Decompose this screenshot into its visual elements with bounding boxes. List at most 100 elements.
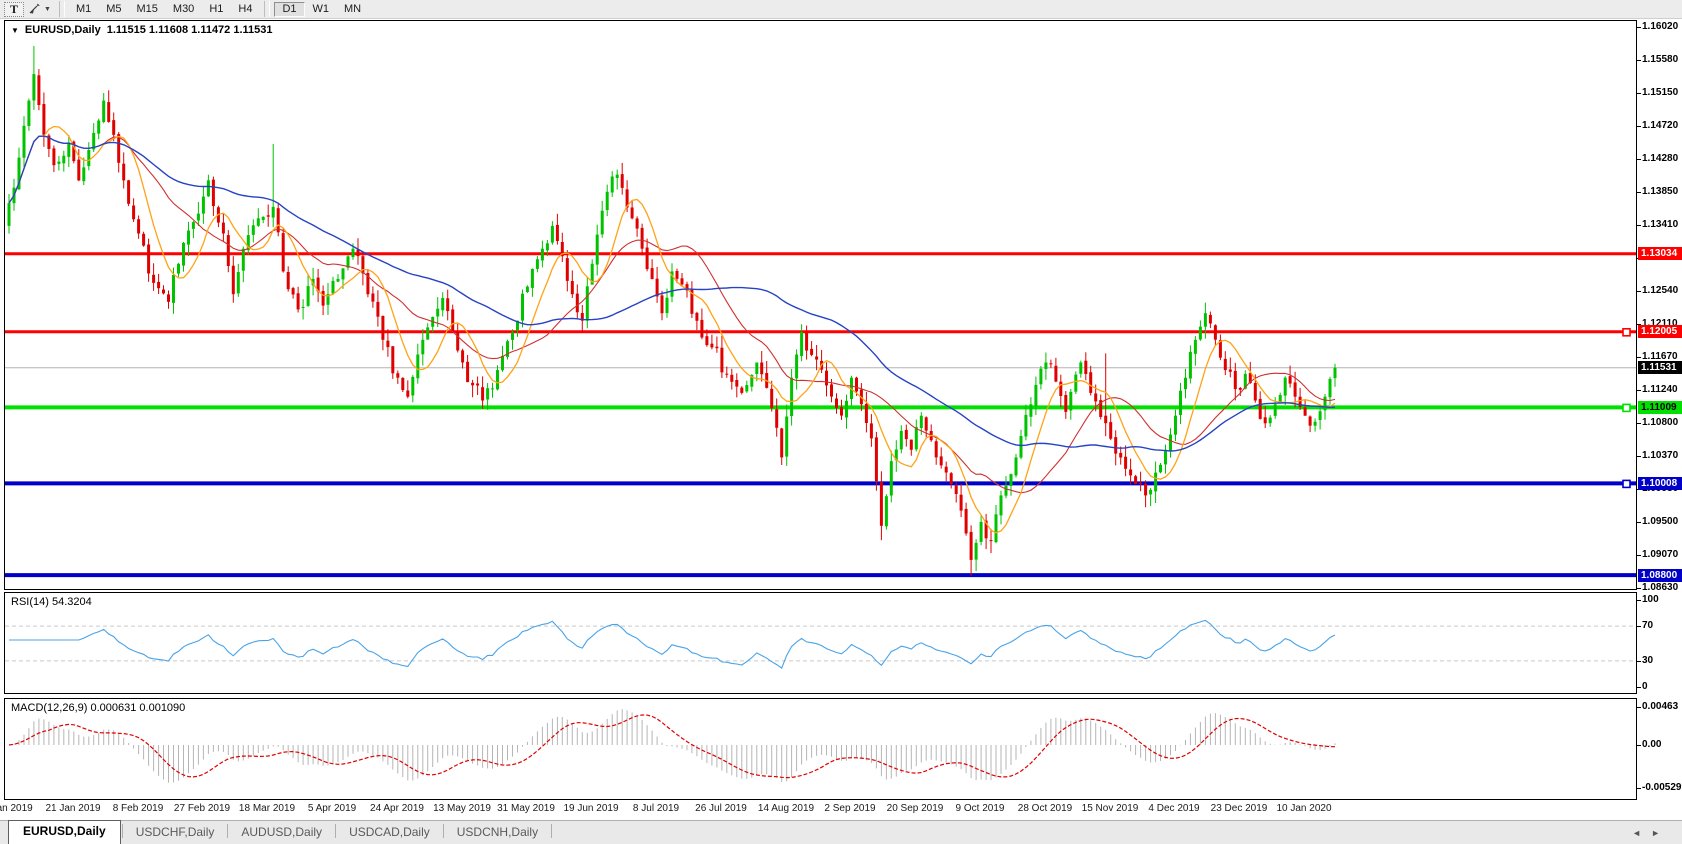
date-axis-label: 2 Jan 2019 — [0, 803, 33, 814]
bear-candles — [37, 75, 1311, 560]
axis-tick — [1637, 707, 1641, 708]
date-axis-label: 20 Sep 2019 — [887, 803, 944, 814]
level-price-tag[interactable]: 1.11009 — [1638, 401, 1682, 414]
timeframe-group: M1M5M15M30H1H4 D1W1MN — [69, 1, 369, 17]
axis-tick — [1637, 745, 1641, 746]
level-price-tag[interactable]: 1.12005 — [1638, 325, 1682, 338]
candle-wicks — [9, 46, 1335, 576]
macd-plot — [5, 699, 1636, 799]
rsi-axis-label: 30 — [1642, 655, 1653, 666]
timeframe-button-m5[interactable]: M5 — [99, 2, 128, 17]
timeframe-button-mn[interactable]: MN — [337, 2, 368, 17]
chart-symbol-label: EURUSD,Daily — [25, 24, 101, 36]
macd-histogram — [9, 709, 1335, 782]
price-axis-label: 1.14720 — [1642, 120, 1678, 131]
price-axis-label: 1.13850 — [1642, 186, 1678, 197]
text-tool-button[interactable]: T — [4, 2, 24, 17]
axis-tick — [1637, 291, 1641, 292]
timeframe-button-m1[interactable]: M1 — [69, 2, 98, 17]
rsi-axis-label: 0 — [1642, 681, 1648, 692]
price-axis-label: 1.13410 — [1642, 219, 1678, 230]
date-axis-label: 8 Jul 2019 — [633, 803, 679, 814]
axis-tick — [1637, 788, 1641, 789]
axis-tick — [1637, 423, 1641, 424]
toolbar: T ▼ M1M5M15M30H1H4 D1W1MN — [0, 0, 1682, 19]
chart-tab-usdchf[interactable]: USDCHF,Daily — [124, 822, 227, 844]
date-axis-label: 10 Jan 2020 — [1276, 803, 1331, 814]
date-axis-label: 4 Dec 2019 — [1148, 803, 1199, 814]
cursor-tool-button[interactable]: ▼ — [25, 2, 54, 17]
tab-scroll-left-icon[interactable]: ◄ — [1632, 828, 1651, 838]
cursor-arrows-icon — [28, 3, 41, 15]
axis-tick — [1637, 225, 1641, 226]
date-axis-label: 19 Jun 2019 — [563, 803, 618, 814]
level-price-tag[interactable]: 1.08800 — [1638, 569, 1682, 582]
price-axis-label: 1.14280 — [1642, 153, 1678, 164]
axis-tick — [1637, 687, 1641, 688]
level-price-tag[interactable]: 1.13034 — [1638, 247, 1682, 260]
date-axis-label: 2 Sep 2019 — [824, 803, 875, 814]
date-axis-label: 15 Nov 2019 — [1082, 803, 1139, 814]
date-axis-label: 24 Apr 2019 — [370, 803, 424, 814]
date-axis-label: 5 Apr 2019 — [308, 803, 356, 814]
line-drag-handle — [1623, 404, 1630, 411]
level-price-tag[interactable]: 1.10008 — [1638, 477, 1682, 490]
bid-price-tag: 1.11531 — [1638, 361, 1682, 374]
macd-panel[interactable]: MACD(12,26,9) 0.000631 0.001090 — [4, 698, 1637, 800]
chart-tab-audusd[interactable]: AUDUSD,Daily — [229, 822, 334, 844]
price-axis-label: 1.08630 — [1642, 582, 1678, 593]
candlestick-chart[interactable] — [5, 21, 1636, 589]
axis-tick — [1637, 357, 1641, 358]
timeframe-button-h4[interactable]: H4 — [231, 2, 259, 17]
price-axis-label: 1.09070 — [1642, 549, 1678, 560]
chart-tab-bar: EURUSD,DailyUSDCHF,DailyAUDUSD,DailyUSDC… — [0, 820, 1682, 844]
toolbar-separator — [59, 1, 65, 17]
date-axis-label: 14 Aug 2019 — [758, 803, 814, 814]
price-chart-panel[interactable]: ▼ EURUSD,Daily 1.11515 1.11608 1.11472 1… — [4, 20, 1637, 590]
macd-axis-label: -0.005299 — [1642, 782, 1682, 793]
price-axis-label: 1.10800 — [1642, 417, 1678, 428]
tab-scroll-arrows[interactable]: ◄► — [1632, 828, 1670, 838]
price-axis-label: 1.15580 — [1642, 54, 1678, 65]
tab-separator — [551, 824, 552, 838]
timeframe-button-d1[interactable]: D1 — [274, 2, 304, 17]
axis-tick — [1637, 159, 1641, 160]
tab-separator — [227, 824, 228, 838]
tab-scroll-right-icon[interactable]: ► — [1651, 828, 1670, 838]
rsi-label: RSI(14) 54.3204 — [11, 596, 92, 608]
axis-tick — [1637, 626, 1641, 627]
date-axis-label: 23 Dec 2019 — [1211, 803, 1268, 814]
timeframe-button-m15[interactable]: M15 — [130, 2, 165, 17]
price-axis-label: 1.11240 — [1642, 384, 1678, 395]
rsi-plot — [5, 593, 1636, 693]
timeframe-button-m30[interactable]: M30 — [166, 2, 201, 17]
bull-candles — [8, 74, 1337, 560]
date-axis-label: 18 Mar 2019 — [239, 803, 295, 814]
price-axis-label: 1.16020 — [1642, 21, 1678, 32]
toolbar-separator — [264, 1, 270, 17]
date-axis-label: 8 Feb 2019 — [113, 803, 164, 814]
tab-separator — [122, 824, 123, 838]
chart-tab-usdcnh[interactable]: USDCNH,Daily — [445, 822, 550, 844]
axis-tick — [1637, 456, 1641, 457]
date-axis-label: 31 May 2019 — [497, 803, 555, 814]
axis-tick — [1637, 661, 1641, 662]
axis-tick — [1637, 390, 1641, 391]
price-axis-label: 1.12540 — [1642, 285, 1678, 296]
chart-tab-usdcad[interactable]: USDCAD,Daily — [337, 822, 442, 844]
axis-tick — [1637, 600, 1641, 601]
chart-tabs: EURUSD,DailyUSDCHF,DailyAUDUSD,DailyUSDC… — [8, 820, 553, 844]
price-axis-label: 1.09500 — [1642, 516, 1678, 527]
chart-tab-eurusd[interactable]: EURUSD,Daily — [8, 820, 121, 844]
axis-tick — [1637, 555, 1641, 556]
axis-tick — [1637, 126, 1641, 127]
timeframe-button-w1[interactable]: W1 — [306, 2, 337, 17]
date-axis-label: 21 Jan 2019 — [45, 803, 100, 814]
date-axis-label: 28 Oct 2019 — [1018, 803, 1072, 814]
symbol-collapse-icon[interactable]: ▼ — [11, 26, 19, 35]
date-axis-label: 9 Oct 2019 — [956, 803, 1005, 814]
timeframe-button-h1[interactable]: H1 — [202, 2, 230, 17]
axis-tick — [1637, 192, 1641, 193]
rsi-panel[interactable]: RSI(14) 54.3204 — [4, 592, 1637, 694]
date-axis-label: 13 May 2019 — [433, 803, 491, 814]
